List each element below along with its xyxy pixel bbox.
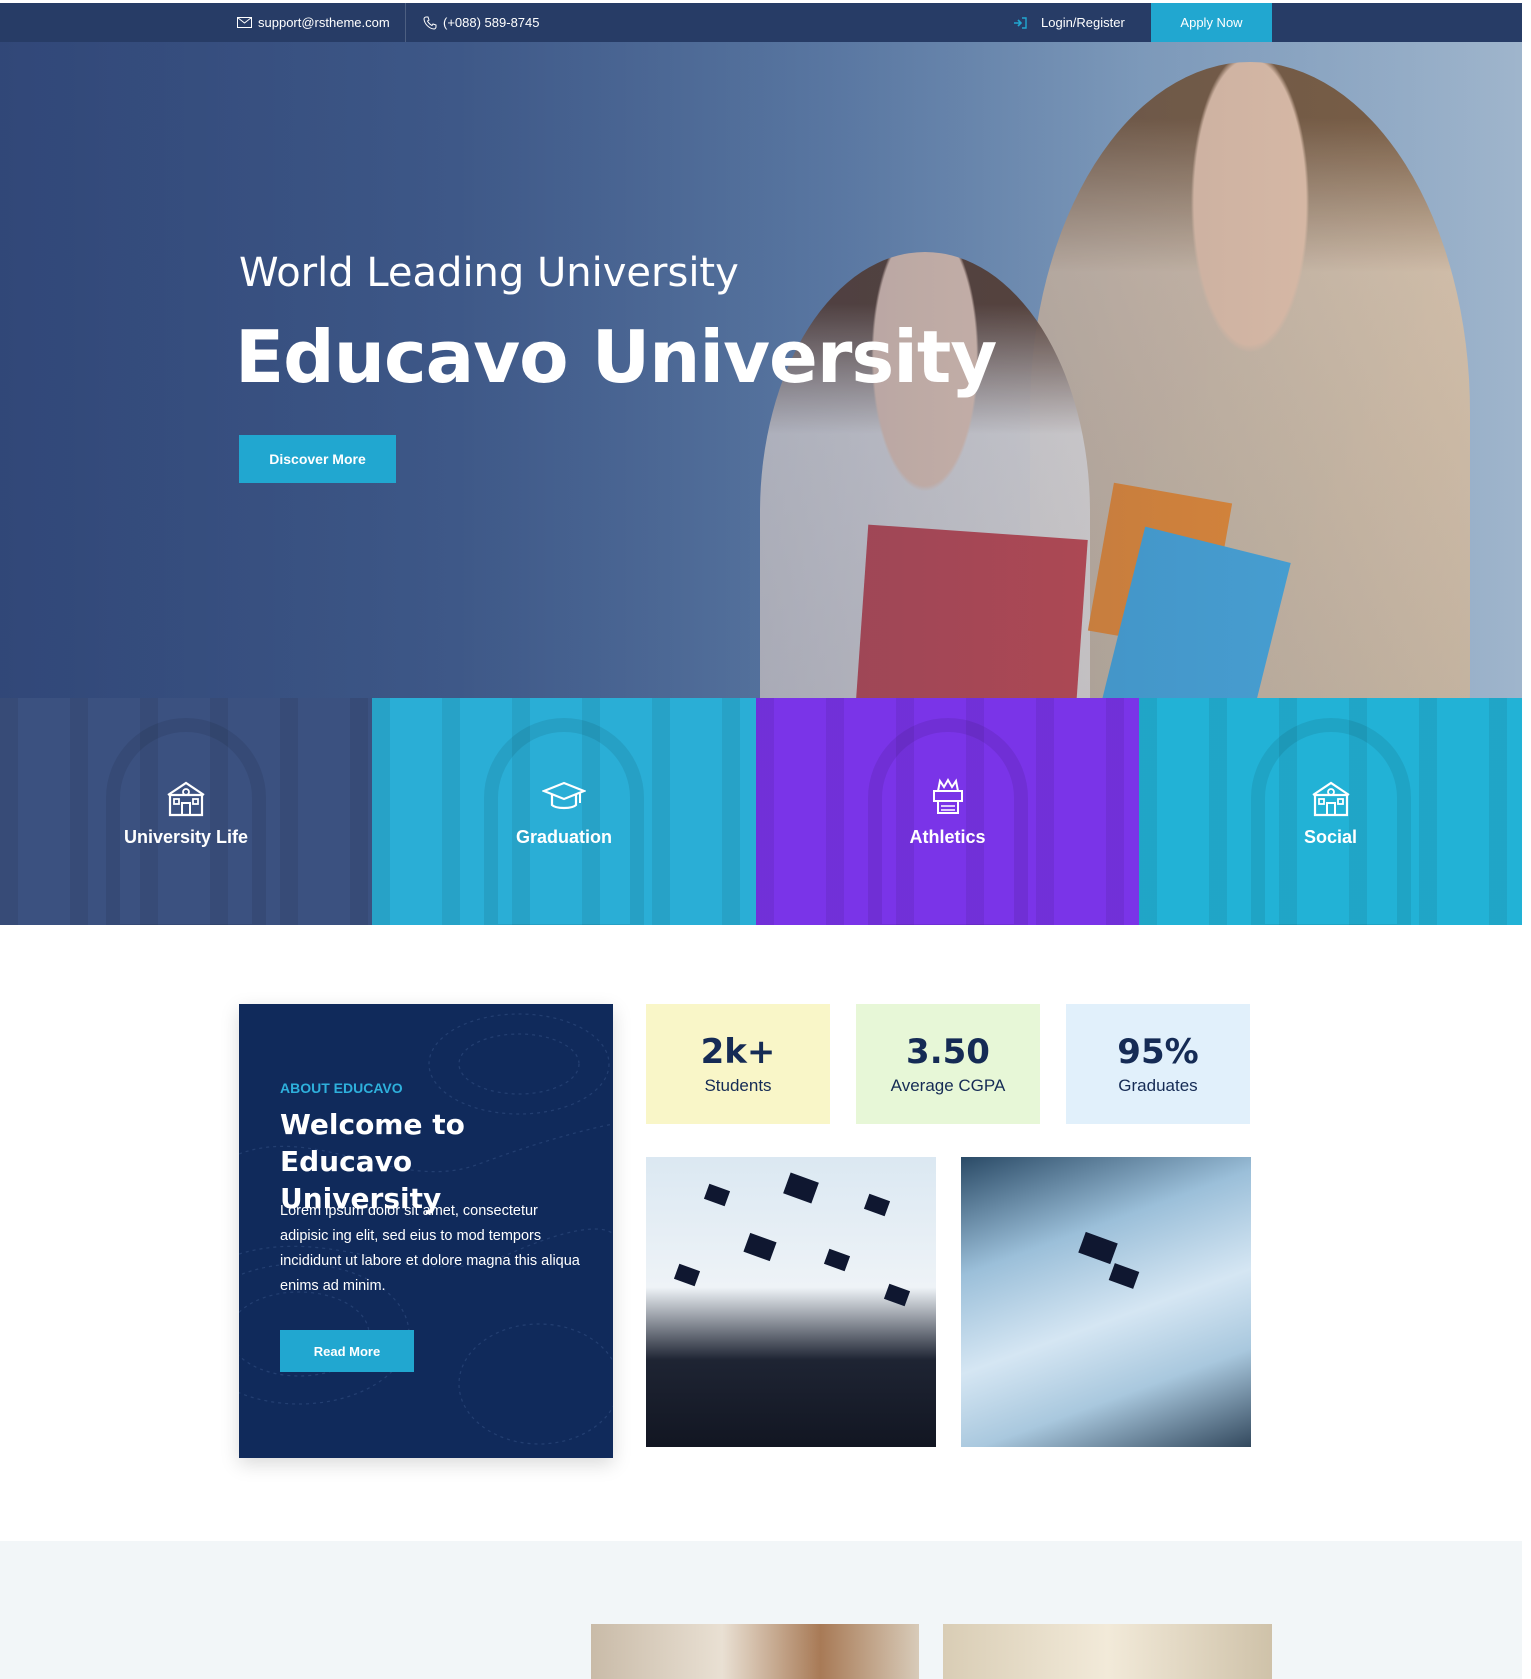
school-building-icon: [167, 781, 205, 817]
email-text: support@rstheme.com: [258, 15, 390, 30]
flying-cap: [863, 1193, 891, 1217]
about-body: Lorem ipsum dolor sit amet, consectetur …: [280, 1203, 580, 1294]
about-card: ABOUT EDUCAVO Welcome to Educavo Univers…: [239, 1004, 613, 1458]
category-tiles: University Life Graduation Athletics Soc…: [0, 698, 1522, 925]
flying-cap: [1078, 1231, 1118, 1265]
stat-label: Students: [704, 1076, 772, 1095]
flying-cap: [823, 1248, 851, 1272]
stat-label: Average CGPA: [890, 1076, 1006, 1095]
flying-cap: [883, 1283, 911, 1307]
stat-value: 95%: [1117, 1032, 1199, 1072]
top-bar: support@rstheme.com (+088) 589-8745 Logi…: [0, 3, 1522, 42]
stat-graduates: 95% Graduates: [1066, 1004, 1250, 1124]
stat-value: 2k+: [700, 1032, 776, 1072]
flying-cap: [1108, 1263, 1140, 1289]
graduation-photo-diplomas: [961, 1157, 1251, 1447]
discover-more-button[interactable]: Discover More: [239, 435, 396, 483]
flying-cap: [703, 1183, 731, 1207]
school-building-icon: [1311, 781, 1350, 817]
tile-arch: [1250, 718, 1411, 925]
about-eyebrow: ABOUT EDUCAVO: [280, 1080, 403, 1096]
tile-university-life[interactable]: University Life: [0, 698, 372, 925]
hero-banner: World Leading University Educavo Univers…: [0, 42, 1522, 698]
tile-graduation[interactable]: Graduation: [372, 698, 756, 925]
flying-cap: [783, 1172, 819, 1204]
stat-value: 3.50: [906, 1032, 990, 1072]
flying-cap: [743, 1232, 777, 1262]
stat-cgpa: 3.50 Average CGPA: [856, 1004, 1040, 1124]
phone-icon: [423, 16, 437, 30]
stat-students: 2k+ Students: [646, 1004, 830, 1124]
hero-subtitle: World Leading University: [239, 250, 739, 296]
login-register-link[interactable]: Login/Register: [1013, 3, 1125, 42]
section-photo: [591, 1624, 919, 1679]
graduation-photo-caps: [646, 1157, 936, 1447]
tile-label: University Life: [123, 827, 249, 847]
login-icon: [1014, 16, 1027, 29]
tile-arch: [106, 718, 266, 925]
email-link[interactable]: support@rstheme.com: [237, 3, 390, 42]
phone-link[interactable]: (+088) 589-8745: [423, 3, 540, 42]
read-more-button[interactable]: Read More: [280, 1330, 414, 1372]
tile-label: Graduation: [515, 827, 612, 847]
section-photo: [943, 1624, 1272, 1679]
graduation-cap-icon: [542, 781, 586, 810]
apply-now-button[interactable]: Apply Now: [1151, 3, 1272, 42]
flying-cap: [673, 1263, 701, 1287]
trophy-icon: [932, 777, 963, 814]
tile-social[interactable]: Social: [1139, 698, 1522, 925]
phone-text: (+088) 589-8745: [443, 15, 540, 30]
login-register-label: Login/Register: [1041, 15, 1125, 30]
envelope-icon: [237, 17, 252, 28]
next-section: [0, 1541, 1522, 1679]
tile-arch: [867, 718, 1028, 925]
tile-athletics[interactable]: Athletics: [756, 698, 1139, 925]
tile-label: Social: [1303, 827, 1358, 847]
tile-label: Athletics: [909, 827, 986, 847]
stat-label: Graduates: [1118, 1076, 1198, 1095]
tile-arch: [484, 718, 644, 925]
topbar-divider: [405, 3, 406, 42]
hero-title: Educavo University: [235, 315, 997, 399]
